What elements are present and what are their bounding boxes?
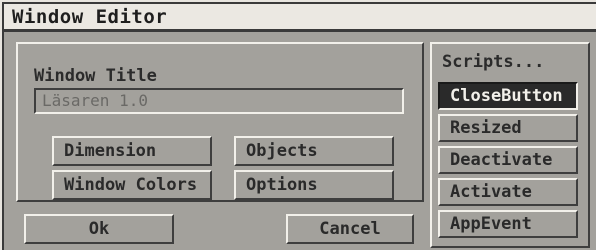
script-item-closebutton[interactable]: CloseButton [438,82,578,110]
title-bar[interactable]: Window Editor [4,4,596,32]
window-title: Window Editor [12,6,168,28]
window-colors-button[interactable]: Window Colors [52,170,212,200]
ok-button[interactable]: Ok [24,214,174,244]
settings-panel: Window Title Läsaren 1.0 Dimension Objec… [16,42,424,202]
objects-button[interactable]: Objects [234,136,394,166]
script-item-deactivate[interactable]: Deactivate [438,146,578,174]
window-editor-dialog: Window Editor Window Title Läsaren 1.0 D… [2,2,596,250]
options-button[interactable]: Options [234,170,394,200]
scripts-header: Scripts... [442,52,545,72]
dimension-button[interactable]: Dimension [52,136,212,166]
window-title-label: Window Title [34,66,157,86]
cancel-button[interactable]: Cancel [286,214,414,244]
script-item-resized[interactable]: Resized [438,114,578,142]
scripts-panel: Scripts... CloseButton Resized Deactivat… [430,42,590,248]
script-item-appevent[interactable]: AppEvent [438,210,578,238]
script-item-activate[interactable]: Activate [438,178,578,206]
window-title-field[interactable]: Läsaren 1.0 [34,88,404,114]
